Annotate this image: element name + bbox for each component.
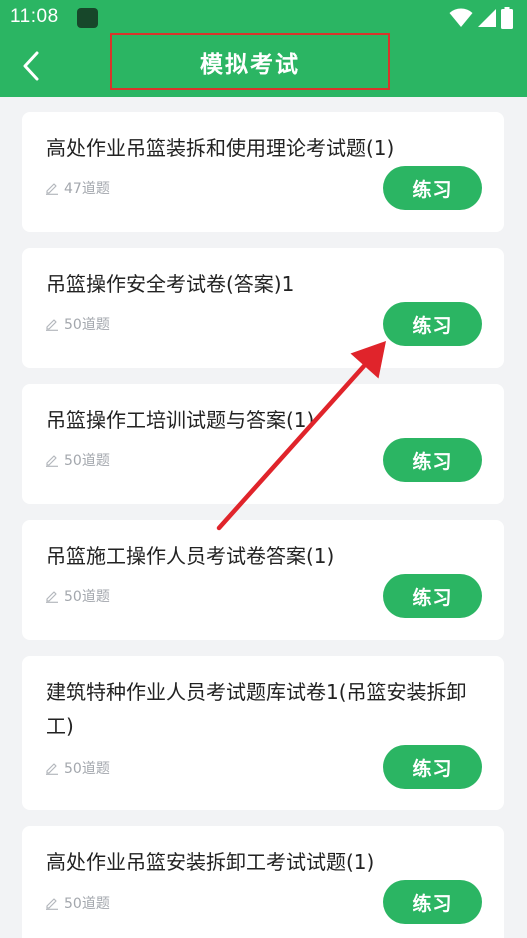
question-count: 47道题	[45, 178, 110, 198]
wifi-icon	[449, 8, 473, 27]
exam-title: 高处作业吊篮装拆和使用理论考试题(1)	[46, 136, 395, 160]
exam-title: 建筑特种作业人员考试题库试卷1(吊篮安装拆卸工)	[46, 680, 467, 738]
signal-icon	[478, 9, 496, 27]
practice-button[interactable]: 练习	[383, 438, 482, 482]
exam-card[interactable]: 吊篮操作工培训试题与答案(1) 50道题 练习	[22, 384, 504, 504]
pencil-icon	[46, 763, 58, 775]
question-count-label: 50道题	[64, 896, 110, 912]
exam-title: 吊篮操作工培训试题与答案(1)	[46, 408, 315, 432]
app-header: 11:08 模拟考试	[0, 0, 527, 97]
title-highlight-box: 模拟考试	[110, 33, 390, 90]
pencil-icon	[46, 591, 58, 603]
exam-card[interactable]: 吊篮施工操作人员考试卷答案(1) 50道题 练习	[22, 520, 504, 640]
question-count-label: 50道题	[64, 761, 110, 777]
app-icon	[77, 8, 98, 28]
exam-card[interactable]: 建筑特种作业人员考试题库试卷1(吊篮安装拆卸工) 50道题 练习	[22, 656, 504, 810]
pencil-icon	[46, 183, 58, 195]
question-count-label: 50道题	[64, 453, 110, 469]
question-count: 50道题	[45, 586, 110, 606]
chevron-left-icon	[23, 51, 39, 81]
pencil-icon	[46, 319, 58, 331]
exam-card[interactable]: 吊篮操作安全考试卷(答案)1 50道题 练习	[22, 248, 504, 368]
battery-icon	[501, 7, 513, 29]
question-count: 50道题	[45, 893, 110, 913]
pencil-icon	[46, 455, 58, 467]
exam-card[interactable]: 高处作业吊篮装拆和使用理论考试题(1) 47道题 练习	[22, 112, 504, 232]
practice-button[interactable]: 练习	[383, 880, 482, 924]
practice-button[interactable]: 练习	[383, 745, 482, 789]
practice-button[interactable]: 练习	[383, 166, 482, 210]
question-count-label: 50道题	[64, 589, 110, 605]
pencil-icon	[46, 898, 58, 910]
page-title: 模拟考试	[200, 51, 300, 78]
practice-button[interactable]: 练习	[383, 302, 482, 346]
status-time: 11:08	[10, 6, 59, 27]
exam-title: 高处作业吊篮安装拆卸工考试试题(1)	[46, 850, 375, 874]
back-button[interactable]	[14, 48, 48, 84]
exam-title: 吊篮操作安全考试卷(答案)1	[46, 272, 295, 296]
question-count: 50道题	[45, 450, 110, 470]
status-icons	[449, 7, 513, 29]
question-count: 50道题	[45, 758, 110, 778]
question-count-label: 47道题	[64, 181, 110, 197]
exam-title: 吊篮施工操作人员考试卷答案(1)	[46, 544, 335, 568]
question-count-label: 50道题	[64, 317, 110, 333]
question-count: 50道题	[45, 314, 110, 334]
status-bar: 11:08	[0, 0, 527, 36]
practice-button[interactable]: 练习	[383, 574, 482, 618]
exam-card[interactable]: 高处作业吊篮安装拆卸工考试试题(1) 50道题 练习	[22, 826, 504, 938]
